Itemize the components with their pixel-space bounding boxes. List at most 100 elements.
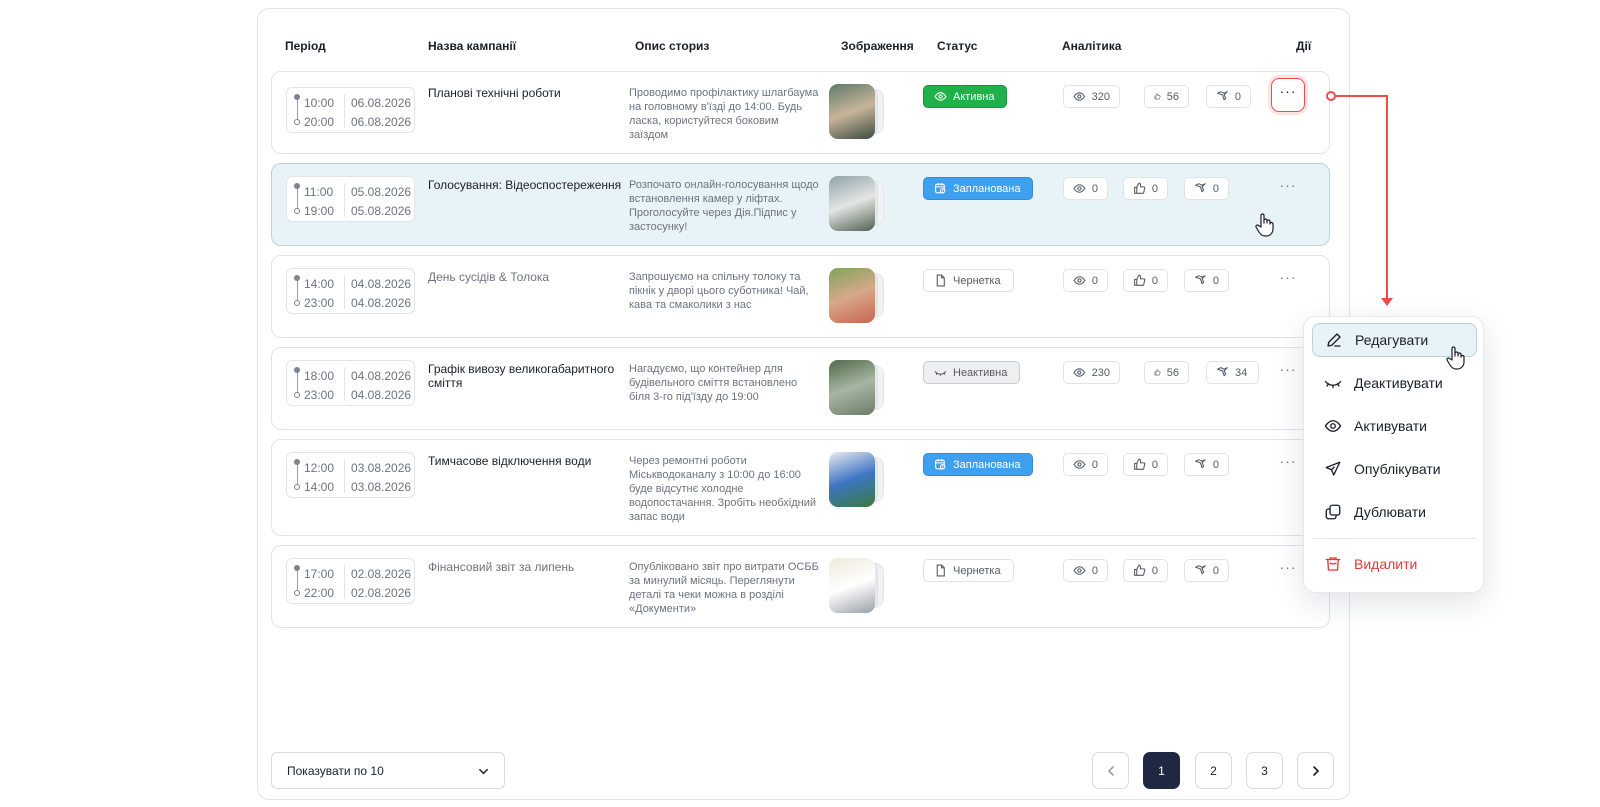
- likes-metric: 0: [1123, 269, 1168, 292]
- menu-item-label: Деактивувати: [1354, 375, 1443, 391]
- pagination-page-2[interactable]: 2: [1195, 752, 1232, 789]
- campaign-name: Тимчасове відключення води: [428, 454, 592, 468]
- table-row[interactable]: 18:00 04.08.2026 23:00 04.08.2026 Графік…: [271, 347, 1330, 430]
- views-count: 230: [1091, 366, 1110, 379]
- eye-icon: [1073, 92, 1086, 101]
- menu-item-label: Опублікувати: [1354, 461, 1441, 477]
- timeline-dot: [294, 183, 300, 189]
- shares-metric: 0: [1206, 85, 1251, 108]
- eye-icon: [1073, 368, 1086, 377]
- views-count: 0: [1091, 182, 1098, 195]
- trash-icon: [1325, 557, 1341, 571]
- connector-dot: [1326, 91, 1336, 101]
- story-image-stack[interactable]: [829, 452, 884, 507]
- table-row[interactable]: 12:00 03.08.2026 14:00 03.08.2026 Тимчас…: [271, 439, 1330, 536]
- menu-item-delete[interactable]: Видалити: [1312, 547, 1477, 581]
- menu-item-duplicate[interactable]: Дублювати: [1312, 495, 1477, 529]
- table-row[interactable]: 10:00 06.08.2026 20:00 06.08.2026 Планов…: [271, 71, 1330, 154]
- shares-metric: 0: [1184, 453, 1229, 476]
- likes-metric: 0: [1123, 453, 1168, 476]
- time-end: 23:00: [304, 296, 335, 310]
- hand-cursor-icon: [1446, 346, 1465, 370]
- time-start: 12:00: [304, 461, 335, 475]
- period-separator: [344, 367, 345, 401]
- eye-icon: [1324, 420, 1342, 432]
- story-description: Проводимо профілактику шлагбаума на голо…: [629, 87, 819, 141]
- eye-icon: [1073, 460, 1086, 469]
- campaign-name: День сусідів & Толока: [428, 270, 550, 284]
- thumbs-up-icon: [1154, 93, 1161, 100]
- pagination-next-button[interactable]: [1297, 752, 1334, 789]
- shares-count: 0: [1212, 274, 1219, 287]
- eye-icon: [1073, 566, 1086, 575]
- row-actions-button[interactable]: ···: [1271, 78, 1305, 112]
- menu-item-deactivate[interactable]: Деактивувати: [1312, 366, 1477, 400]
- period-box: 18:00 04.08.2026 23:00 04.08.2026: [286, 360, 415, 406]
- timeline-dot: [294, 590, 300, 596]
- menu-item-label: Видалити: [1354, 556, 1418, 572]
- period-separator: [344, 94, 345, 128]
- pagination-page-1[interactable]: 1: [1143, 752, 1180, 789]
- header-actions: Дії: [1296, 39, 1312, 53]
- time-start: 14:00: [304, 277, 335, 291]
- story-image-stack[interactable]: [829, 558, 884, 613]
- table-row[interactable]: 14:00 04.08.2026 23:00 04.08.2026 День с…: [271, 255, 1330, 338]
- share-icon: [1195, 565, 1206, 575]
- eye-icon: [1073, 184, 1086, 193]
- status-label: Неактивна: [953, 366, 1008, 379]
- period-separator: [344, 183, 345, 217]
- pencil-icon: [1327, 333, 1341, 347]
- time-end: 14:00: [304, 480, 335, 494]
- hand-cursor-icon: [1255, 213, 1274, 237]
- campaign-name: Планові технічні роботи: [428, 86, 561, 100]
- row-actions-button[interactable]: ···: [1275, 454, 1301, 474]
- pagination-page-3[interactable]: 3: [1246, 752, 1283, 789]
- date-start: 04.08.2026: [351, 369, 412, 383]
- time-end: 20:00: [304, 115, 335, 129]
- menu-item-activate[interactable]: Активувати: [1312, 409, 1477, 443]
- timeline-dot: [294, 119, 300, 125]
- page-size-select[interactable]: Показувати по 10: [271, 752, 505, 789]
- status-badge: Чернетка: [923, 559, 1014, 582]
- header-image: Зображення: [841, 39, 914, 53]
- row-actions-button[interactable]: ···: [1275, 560, 1301, 580]
- story-image-stack[interactable]: [829, 84, 884, 139]
- eye-icon: [1073, 276, 1086, 285]
- connector-line: [1386, 95, 1388, 302]
- likes-count: 56: [1166, 366, 1179, 379]
- period-box: 17:00 02.08.2026 22:00 02.08.2026: [286, 558, 415, 604]
- row-actions-button[interactable]: ···: [1275, 362, 1301, 382]
- story-image-stack[interactable]: [829, 176, 884, 231]
- timeline-dot: [294, 459, 300, 465]
- timeline-dot: [294, 392, 300, 398]
- date-start: 06.08.2026: [351, 96, 412, 110]
- story-image-stack[interactable]: [829, 268, 884, 323]
- pagination-prev-button[interactable]: [1092, 752, 1129, 789]
- timeline-line: [297, 278, 298, 302]
- story-image-stack[interactable]: [829, 360, 884, 415]
- views-count: 0: [1091, 458, 1098, 471]
- date-start: 03.08.2026: [351, 461, 412, 475]
- table-row[interactable]: 17:00 02.08.2026 22:00 02.08.2026 Фінанс…: [271, 545, 1330, 628]
- story-image: [829, 452, 875, 507]
- likes-count: 0: [1151, 274, 1158, 287]
- campaign-name: Голосування: Відеоспостереження: [428, 178, 622, 192]
- row-actions-button[interactable]: ···: [1275, 270, 1301, 290]
- campaign-name: Фінансовий звіт за липень: [428, 560, 575, 574]
- menu-item-publish[interactable]: Опублікувати: [1312, 452, 1477, 486]
- date-end: 02.08.2026: [351, 586, 412, 600]
- date-end: 03.08.2026: [351, 480, 412, 494]
- story-image: [829, 84, 875, 139]
- document-icon: [936, 564, 945, 577]
- period-box: 14:00 04.08.2026 23:00 04.08.2026: [286, 268, 415, 314]
- status-label: Запланована: [953, 182, 1021, 195]
- views-count: 0: [1091, 564, 1098, 577]
- row-actions-button[interactable]: ···: [1275, 178, 1301, 198]
- views-metric: 0: [1063, 177, 1108, 200]
- table-row[interactable]: 11:00 05.08.2026 19:00 05.08.2026 Голосу…: [271, 163, 1330, 246]
- send-icon: [1325, 461, 1341, 476]
- shares-metric: 0: [1184, 559, 1229, 582]
- thumbs-up-icon: [1134, 182, 1146, 194]
- timeline-line: [297, 370, 298, 394]
- period-box: 11:00 05.08.2026 19:00 05.08.2026: [286, 176, 415, 222]
